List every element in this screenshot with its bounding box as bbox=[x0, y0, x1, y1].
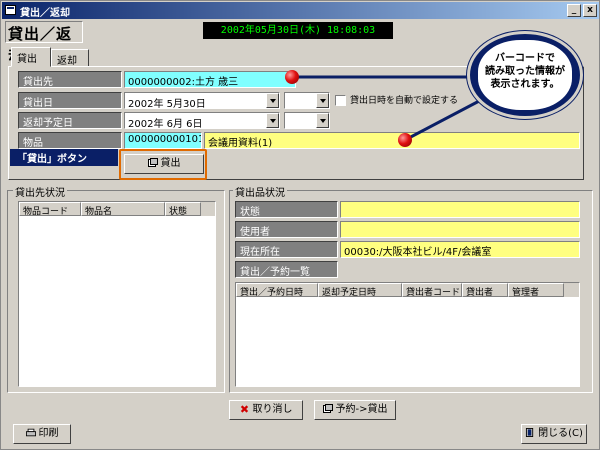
callout-pin-borrower bbox=[285, 70, 299, 84]
callout-pin-item bbox=[398, 133, 412, 147]
info-bubble-text: バーコードで 読み取った情報が 表示されます。 bbox=[478, 40, 572, 110]
info-bubble: バーコードで 読み取った情報が 表示されます。 bbox=[467, 31, 583, 119]
tab-lend[interactable]: 貸出 bbox=[11, 47, 51, 67]
lend-return-window: 貸出／返却 _ x 貸出／返却 2002年05月30日(木) 18:08:03 … bbox=[0, 0, 600, 450]
